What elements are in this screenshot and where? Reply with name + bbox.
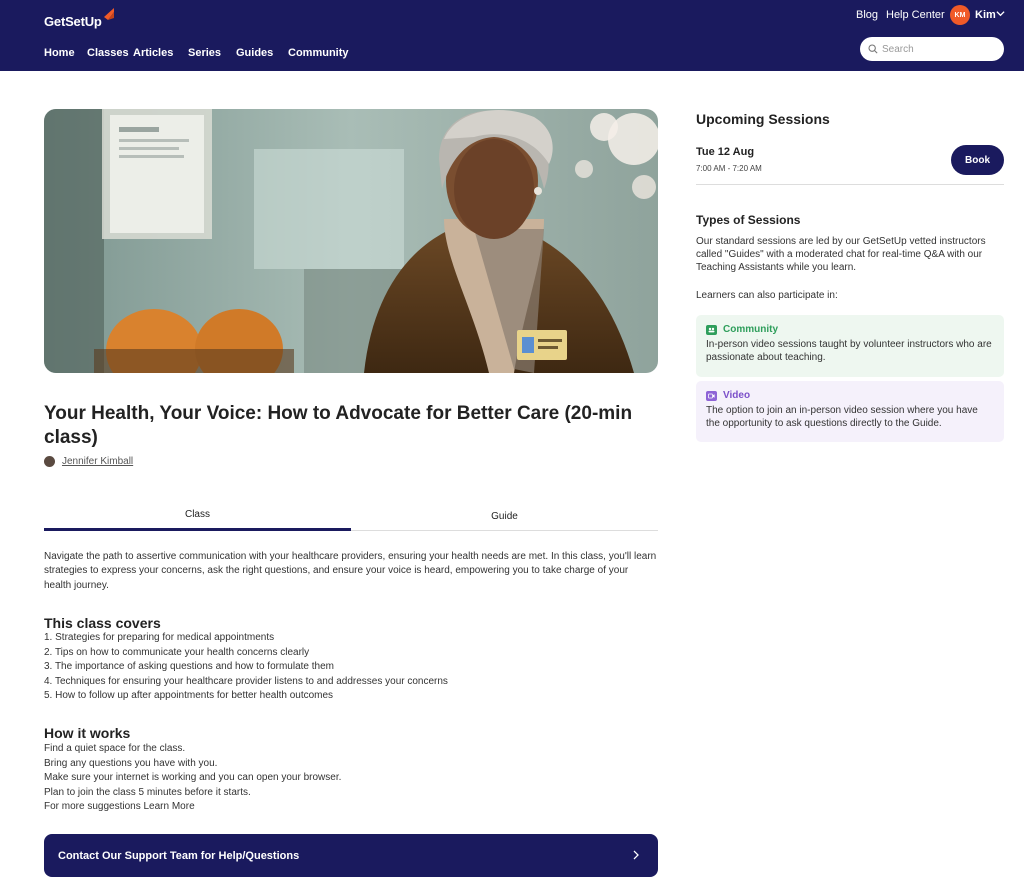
help-center-link[interactable]: Help Center — [886, 9, 945, 21]
list-item: Bring any questions you have with you. — [44, 757, 218, 769]
upcoming-sessions-heading: Upcoming Sessions — [696, 111, 830, 127]
list-item: Make sure your internet is working and y… — [44, 772, 342, 783]
list-item: 5. How to follow up after appointments f… — [44, 690, 334, 701]
types-description: Our standard sessions are led by our Get… — [696, 236, 986, 273]
blog-link[interactable]: Blog — [856, 9, 878, 21]
class-description: Navigate the path to assertive communica… — [44, 551, 657, 591]
video-card-text: The option to join an in-person video se… — [706, 405, 978, 429]
list-item: Find a quiet space for the class. — [44, 743, 186, 754]
video-title-text: Video — [723, 390, 751, 401]
search-box[interactable] — [860, 37, 1004, 61]
list-item: 1. Strategies for preparing for medical … — [44, 632, 275, 643]
session-time: 7:00 AM - 7:20 AM — [696, 164, 762, 173]
tab-class[interactable]: Class — [44, 505, 351, 531]
video-icon — [706, 390, 717, 401]
user-name[interactable]: Kim — [975, 9, 996, 21]
nav-home[interactable]: Home — [44, 47, 75, 59]
how-it-works-list: Find a quiet space for the class. Bring … — [44, 742, 341, 815]
class-tabs: Class Guide — [44, 505, 658, 531]
how-it-works-heading: How it works — [44, 725, 131, 741]
community-card-title: Community — [706, 324, 994, 335]
search-icon — [868, 44, 878, 54]
list-item: 3. The importance of asking questions an… — [44, 661, 334, 672]
hero-illustration — [44, 109, 658, 373]
class-hero-image — [44, 109, 658, 373]
covers-list: 1. Strategies for preparing for medical … — [44, 631, 448, 704]
nav-community[interactable]: Community — [288, 47, 349, 59]
guide-avatar — [44, 456, 55, 467]
video-session-card: Video The option to join an in-person vi… — [696, 381, 1004, 442]
book-button[interactable]: Book — [951, 145, 1004, 175]
guide-byline: Jennifer Kimball — [44, 456, 133, 467]
nav-series[interactable]: Series — [188, 47, 221, 59]
video-card-title: Video — [706, 390, 994, 401]
community-session-card: Community In-person video sessions taugh… — [696, 315, 1004, 377]
guide-name-link[interactable]: Jennifer Kimball — [62, 456, 133, 467]
logo-mark-icon — [104, 8, 114, 20]
chevron-down-icon[interactable] — [996, 9, 1005, 18]
nav-classes[interactable]: Classes — [87, 47, 129, 59]
covers-heading: This class covers — [44, 615, 161, 631]
chevron-right-icon — [633, 850, 639, 860]
session-date: Tue 12 Aug — [696, 146, 755, 158]
list-item[interactable]: For more suggestions Learn More — [44, 800, 341, 815]
top-navigation-bar: GetSetUp Home Classes Articles Series Gu… — [0, 0, 1024, 71]
getsetup-logo[interactable]: GetSetUp — [44, 8, 114, 34]
types-of-sessions-heading: Types of Sessions — [696, 213, 801, 227]
tab-guide[interactable]: Guide — [351, 505, 658, 531]
logo-text: GetSetUp — [44, 14, 102, 29]
search-input[interactable] — [882, 43, 992, 55]
community-title-text: Community — [723, 324, 778, 335]
contact-support-button[interactable]: Contact Our Support Team for Help/Questi… — [44, 834, 658, 877]
divider — [696, 184, 1004, 185]
nav-guides[interactable]: Guides — [236, 47, 273, 59]
community-card-text: In-person video sessions taught by volun… — [706, 339, 992, 363]
class-title: Your Health, Your Voice: How to Advocate… — [44, 403, 633, 448]
nav-articles[interactable]: Articles — [133, 47, 173, 59]
also-participate-text: Learners can also participate in: — [696, 290, 838, 301]
list-item: 4. Techniques for ensuring your healthca… — [44, 675, 448, 687]
contact-support-label: Contact Our Support Team for Help/Questi… — [58, 849, 300, 862]
list-item: 2. Tips on how to communicate your healt… — [44, 646, 310, 658]
list-item: Plan to join the class 5 minutes before … — [44, 786, 251, 798]
community-icon — [706, 324, 717, 335]
user-avatar[interactable]: KM — [950, 5, 970, 25]
